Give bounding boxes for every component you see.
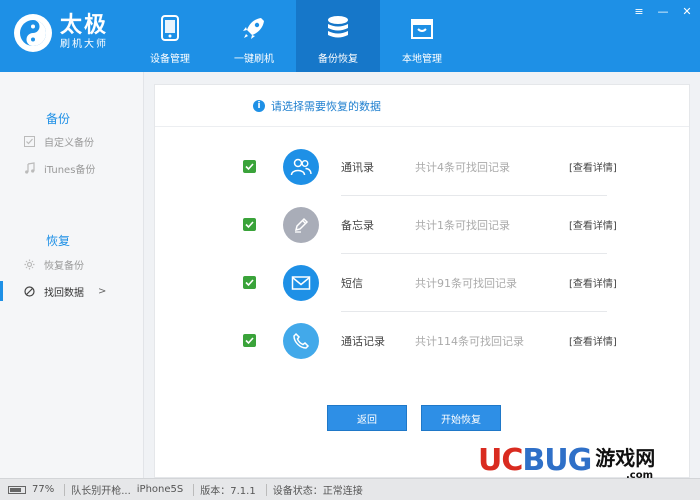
- view-details-link[interactable]: [查看详情]: [569, 159, 617, 174]
- nav-label: 本地管理: [402, 54, 442, 65]
- menu-icon[interactable]: ≡: [632, 4, 646, 18]
- box-icon: [408, 14, 436, 42]
- minimize-icon[interactable]: —: [656, 4, 670, 18]
- sms-checkbox[interactable]: [243, 276, 256, 289]
- device-version: 版本：7.1.1: [200, 486, 256, 497]
- taiji-logo-icon: [14, 14, 52, 52]
- row-name: 通讯录: [341, 161, 374, 174]
- status-divider: [265, 483, 267, 496]
- sidebar-item-label: 恢复备份: [44, 260, 84, 272]
- view-details-link[interactable]: [查看详情]: [569, 333, 617, 348]
- nav-local-manage[interactable]: 本地管理: [380, 0, 464, 72]
- view-details-link[interactable]: [查看详情]: [569, 275, 617, 290]
- music-note-icon: [22, 161, 36, 175]
- sidebar-item-label: 找回数据: [44, 287, 84, 299]
- nav-label: 设备管理: [150, 54, 190, 65]
- phone-icon: [156, 14, 184, 42]
- data-row-sms: 短信 共计91条可找回记录 [查看详情]: [155, 254, 689, 312]
- envelope-icon: [283, 265, 319, 301]
- app-logo: 太极 刷机大师: [14, 14, 108, 52]
- sidebar: 备份 自定义备份 iTunes备份 恢复 恢复备份 找回数据 >: [0, 72, 144, 478]
- watermark-bug: BUG: [522, 442, 592, 478]
- pencil-icon: [283, 207, 319, 243]
- battery-percent: 77%: [32, 484, 55, 495]
- notice-bar: i 请选择需要恢复的数据: [155, 85, 689, 127]
- watermark-com: .com: [626, 470, 654, 481]
- gear-icon: [22, 257, 36, 271]
- contacts-checkbox[interactable]: [243, 160, 256, 173]
- sidebar-item-label: 自定义备份: [44, 137, 94, 149]
- nav-label: 一键刷机: [234, 54, 274, 65]
- phone-call-icon: [283, 323, 319, 359]
- sidebar-item-label: iTunes备份: [44, 164, 96, 176]
- notes-checkbox[interactable]: [243, 218, 256, 231]
- row-count: 共计1条可找回记录: [415, 219, 510, 232]
- sidebar-heading-restore: 恢复: [46, 234, 71, 248]
- start-restore-button[interactable]: 开始恢复: [421, 405, 501, 431]
- data-row-notes: 备忘录 共计1条可找回记录 [查看详情]: [155, 196, 689, 254]
- checkbox-icon: [22, 134, 36, 148]
- nav-label: 备份恢复: [318, 54, 358, 65]
- watermark-uc: UC: [478, 442, 523, 478]
- database-icon: [324, 14, 352, 42]
- notice-text: 请选择需要恢复的数据: [271, 99, 381, 113]
- info-icon: i: [253, 99, 265, 112]
- battery-level: [10, 487, 21, 492]
- logo-subtitle: 刷机大师: [60, 39, 108, 50]
- data-row-contacts: 通讯录 共计4条可找回记录 [查看详情]: [155, 138, 689, 196]
- row-name: 短信: [341, 277, 363, 290]
- app-header: 太极 刷机大师 设备管理 一键刷机 备份恢复 本地管理 ≡ — ✕: [0, 0, 700, 72]
- status-bar: 77% 队长别开枪... iPhone5S 版本：7.1.1 设备状态：正常连接: [0, 478, 700, 500]
- row-name: 通话记录: [341, 335, 385, 348]
- nav-one-click-flash[interactable]: 一键刷机: [212, 0, 296, 72]
- top-nav: 设备管理 一键刷机 备份恢复 本地管理: [128, 0, 464, 72]
- close-icon[interactable]: ✕: [680, 4, 694, 18]
- row-count: 共计91条可找回记录: [415, 277, 517, 290]
- back-button[interactable]: 返回: [327, 405, 407, 431]
- device-status: 设备状态：正常连接: [272, 486, 363, 497]
- sidebar-item-itunes-backup[interactable]: iTunes备份: [0, 157, 144, 179]
- sidebar-item-restore-backup[interactable]: 恢复备份: [0, 253, 144, 275]
- battery-icon: [8, 485, 26, 494]
- logo-title: 太极: [60, 13, 109, 38]
- sidebar-item-recover-data[interactable]: 找回数据 >: [0, 280, 144, 302]
- row-name: 备忘录: [341, 219, 374, 232]
- data-row-call-log: 通话记录 共计114条可找回记录 [查看详情]: [155, 312, 689, 370]
- nav-device-manage[interactable]: 设备管理: [128, 0, 212, 72]
- status-divider: [64, 483, 66, 496]
- row-count: 共计114条可找回记录: [415, 335, 524, 348]
- contacts-icon: [283, 149, 319, 185]
- rocket-icon: [240, 14, 268, 42]
- status-divider: [193, 483, 195, 496]
- view-details-link[interactable]: [查看详情]: [569, 217, 617, 232]
- device-name: 队长别开枪...: [71, 486, 131, 497]
- call-log-checkbox[interactable]: [243, 334, 256, 347]
- ucbug-watermark: UC BUG 游戏网 .com: [478, 440, 656, 482]
- device-model: iPhone5S: [136, 484, 184, 495]
- sidebar-item-custom-backup[interactable]: 自定义备份: [0, 130, 144, 152]
- watermark-cn: 游戏网: [595, 445, 656, 470]
- window-controls: ≡ — ✕: [632, 4, 694, 18]
- nav-backup-restore[interactable]: 备份恢复: [296, 0, 380, 72]
- row-count: 共计4条可找回记录: [415, 161, 510, 174]
- main-panel: i 请选择需要恢复的数据 通讯录 共计4条可找回记录 [查看详情] 备忘录 共计…: [154, 84, 690, 478]
- no-entry-icon: [22, 284, 36, 298]
- chevron-right-icon: >: [98, 285, 107, 297]
- sidebar-heading-backup: 备份: [46, 112, 71, 126]
